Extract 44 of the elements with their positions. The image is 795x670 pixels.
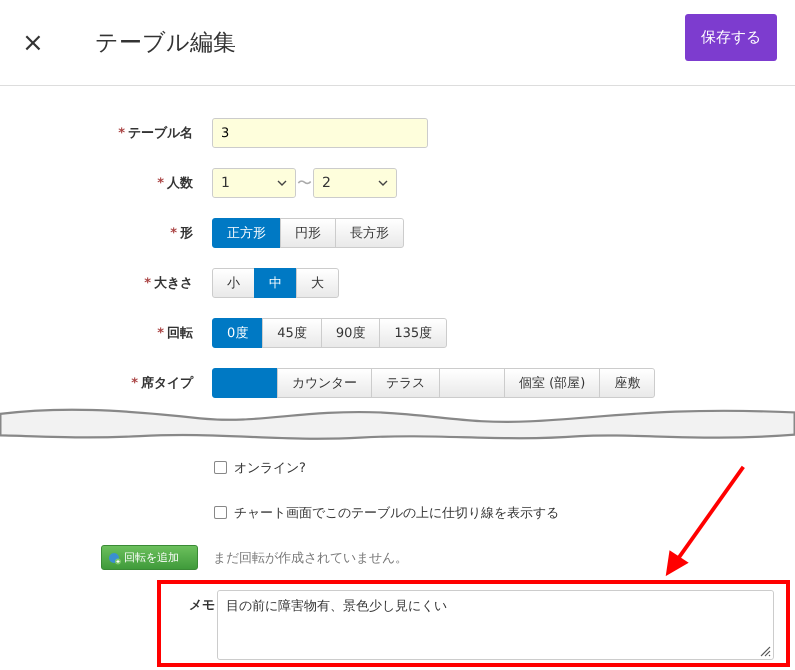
option-button[interactable]: 座敷 bbox=[599, 368, 656, 398]
option-button[interactable]: 円形 bbox=[280, 218, 336, 248]
required-mark: * bbox=[144, 276, 151, 290]
status-text: まだ回転が作成されていません。 bbox=[213, 550, 408, 566]
chevron-icon bbox=[277, 180, 287, 186]
option-button[interactable]: 小 bbox=[212, 268, 255, 298]
input-field[interactable]: 3 bbox=[212, 118, 428, 148]
checkbox[interactable] bbox=[214, 461, 227, 474]
save-button[interactable]: 保存する bbox=[685, 14, 777, 61]
field-label: 回転 bbox=[167, 325, 193, 342]
checkbox-label: オンライン? bbox=[234, 460, 306, 476]
page-title: テーブル編集 bbox=[95, 29, 237, 58]
option-button[interactable]: 0度 bbox=[212, 318, 264, 348]
option-button[interactable]: テラス bbox=[371, 368, 440, 398]
select-field[interactable]: 2 bbox=[313, 168, 397, 198]
field-label: 形 bbox=[180, 225, 193, 242]
range-separator: 〜 bbox=[297, 174, 312, 192]
field-label: 人数 bbox=[167, 175, 193, 192]
option-button[interactable]: 大 bbox=[296, 268, 339, 298]
checkbox[interactable] bbox=[214, 506, 227, 519]
required-mark: * bbox=[131, 376, 138, 390]
checkbox-label: チャート画面でこのテーブルの上に仕切り線を表示する bbox=[234, 504, 559, 522]
option-button[interactable]: 長方形 bbox=[335, 218, 404, 248]
close-button[interactable]: × bbox=[22, 28, 42, 58]
option-button[interactable]: 135度 bbox=[379, 318, 448, 348]
memo-label: メモ bbox=[188, 597, 216, 614]
option-button[interactable]: 正方形 bbox=[212, 218, 281, 248]
field-label: 席タイプ bbox=[141, 374, 193, 392]
option-button[interactable]: カウンター bbox=[277, 368, 372, 398]
option-button[interactable]: 中 bbox=[254, 268, 297, 298]
resize-grip-icon bbox=[759, 645, 771, 657]
required-mark: * bbox=[170, 226, 177, 240]
option-button[interactable]: 個室 (部屋) bbox=[504, 368, 600, 398]
field-label: 大きさ bbox=[154, 275, 193, 292]
required-mark: * bbox=[157, 326, 164, 340]
rotate-add-icon bbox=[108, 550, 122, 564]
required-mark: * bbox=[157, 176, 164, 190]
chevron-icon bbox=[378, 180, 388, 186]
select-field[interactable]: 1 bbox=[212, 168, 296, 198]
option-button[interactable]: 45度 bbox=[262, 318, 322, 348]
memo-field[interactable]: 目の前に障害物有、景色少し見にくい bbox=[217, 590, 774, 660]
option-button[interactable]: 90度 bbox=[320, 318, 380, 348]
field-label: テーブル名 bbox=[128, 124, 193, 142]
required-mark: * bbox=[118, 126, 125, 140]
